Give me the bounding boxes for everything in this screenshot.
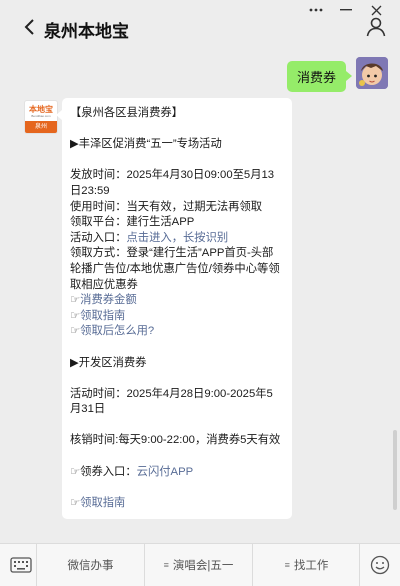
keyboard-icon[interactable] [10,555,32,575]
message-text: 活动入口： [70,231,127,244]
menu-item-label: 找工作 [293,560,329,572]
message-line: ☞领取后怎么用? [70,324,284,340]
message-link[interactable]: 云闪付APP [137,466,194,478]
avatar[interactable] [356,57,388,89]
message-line: ☞领券入口：云闪付APP [70,465,284,481]
received-message-bubble: 【泉州各区县消费券】 ▶丰泽区促消费“五一”专场活动发放时间：2025年4月30日… [56,98,292,520]
pointing-hand-icon: ☞ [70,325,81,338]
message-line: ▶开发区消费券 [70,356,284,372]
message-line: ☞消费券金额 [70,293,284,309]
message-line: 使用时间：当天有效，过期无法再领取 [70,200,284,216]
official-account-avatar[interactable]: 本地宝 Bendibao.com 泉州 [24,100,58,134]
message-line: 活动入口：点击进入，长按识别 [70,231,284,247]
pointing-hand-icon: ☞ [70,309,81,322]
message-line: 核销时间:每天9:00-22:00，消费券5天有效 [70,433,284,449]
chevron-left-icon[interactable] [22,16,38,38]
menu-list-icon: ≡ [284,560,290,570]
custom-menu: 微信办事 ≡ 演唱会|五一 ≡ 找工作 [36,544,360,586]
menu-item-label: 微信办事 [67,560,114,572]
message-text: 发放时间：2025年4月30日09:00至5月13日23:59 [70,169,275,197]
message-line: ▶丰泽区促消费“五一”专场活动 [70,137,284,153]
menu-item-label: 演唱会|五一 [172,560,234,572]
message-link[interactable]: 消费券金额 [80,294,137,306]
emoji-icon [370,555,390,575]
message-line: ☞领取指南 [70,309,284,325]
emoji-button[interactable] [359,544,400,586]
menu-item-concerts[interactable]: ≡ 演唱会|五一 [144,544,252,586]
logo-subtext: Bendibao.com [31,113,51,118]
message-text: 活动时间：2025年4月28日9:00-2025年5月31日 [70,387,273,416]
pointing-hand-icon: ☞ [70,294,81,307]
message-line: 【泉州各区县消费券】 [70,106,284,122]
logo-text: 本地宝 [29,104,53,114]
message-text: ▶开发区消费券 [70,356,147,369]
message-text: 使用时间：当天有效，过期无法再领取 [70,200,263,213]
message-line: 活动时间：2025年4月28日9:00-2025年5月31日 [70,387,284,418]
sent-message-bubble[interactable]: 消费券 [286,61,353,92]
message-text: 领取平台：建行生活APP [70,216,195,229]
message-text: 领券入口： [80,465,137,478]
message-link[interactable]: 领取指南 [80,310,125,322]
message-text: 核销时间:每天9:00-22:00，消费券5天有效 [70,434,281,447]
pointing-hand-icon: ☞ [70,465,81,478]
message-link[interactable]: 领取后怎么用? [80,325,154,337]
message-line: ☞领取指南 [70,496,284,512]
bottom-menu-bar: 微信办事 ≡ 演唱会|五一 ≡ 找工作 [0,543,400,586]
chat-header: 泉州本地宝 [0,12,400,44]
scrollbar-thumb[interactable] [393,430,397,510]
person-icon[interactable] [364,15,388,39]
logo-city: 泉州 [25,121,57,133]
message-line: 领取平台：建行生活APP [70,215,284,231]
page-title: 泉州本地宝 [44,22,129,41]
menu-list-icon: ≡ [163,560,169,570]
message-link[interactable]: 领取指南 [80,497,125,509]
message-text: 【泉州各区县消费券】 [70,107,183,119]
message-link[interactable]: 点击进入，长按识别 [127,232,229,244]
message-text: ▶丰泽区促消费“五一”专场活动 [70,138,222,151]
menu-item-wechat-services[interactable]: 微信办事 [36,544,144,586]
message-text: 领取方式：登录“建行生活”APP首页-头部轮播广告位/本地优惠广告位/领券中心等… [70,247,280,291]
menu-item-jobs[interactable]: ≡ 找工作 [252,544,360,586]
sent-message-text: 消费券 [296,70,336,85]
pointing-hand-icon: ☞ [70,496,81,509]
message-line: 领取方式：登录“建行生活”APP首页-头部轮播广告位/本地优惠广告位/领券中心等… [70,246,284,293]
message-line: 发放时间：2025年4月30日09:00至5月13日23:59 [70,168,284,199]
